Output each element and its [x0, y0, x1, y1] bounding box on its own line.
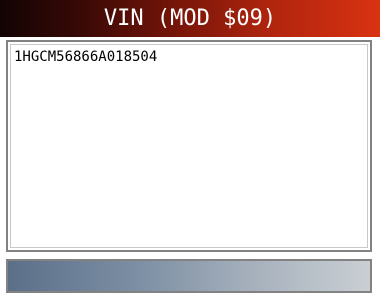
screen-title: VIN (MOD $09) [103, 5, 277, 31]
title-bar: VIN (MOD $09) [0, 0, 380, 37]
scan-tool-screen: VIN (MOD $09) 1HGCM56866A018504 [0, 0, 380, 296]
vin-value: 1HGCM56866A018504 [14, 49, 158, 65]
content-panel-inner: 1HGCM56866A018504 [10, 44, 368, 248]
content-panel: 1HGCM56866A018504 [6, 40, 372, 252]
status-bar [6, 259, 372, 293]
